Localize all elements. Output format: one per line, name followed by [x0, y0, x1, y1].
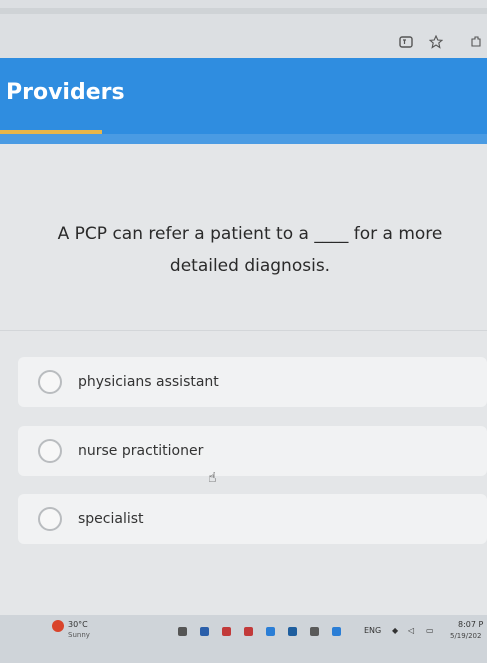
- option-physicians-assistant[interactable]: physicians assistant: [18, 357, 487, 407]
- volume-icon[interactable]: ◁: [408, 626, 414, 635]
- option-label: nurse practitioner: [78, 443, 204, 459]
- app-icon[interactable]: [310, 627, 319, 636]
- weather-desc: Sunny: [68, 631, 90, 639]
- page-title: Providers: [6, 80, 125, 105]
- app-icon[interactable]: [244, 627, 253, 636]
- app-icon[interactable]: [332, 627, 341, 636]
- taskview-icon[interactable]: [200, 627, 209, 636]
- browser-icon[interactable]: [266, 627, 275, 636]
- clock-time[interactable]: 8:07 P: [458, 620, 483, 629]
- header-lower-band: [0, 134, 487, 144]
- option-label: specialist: [78, 511, 144, 527]
- option-nurse-practitioner[interactable]: nurse practitioner: [18, 426, 487, 476]
- weather-icon[interactable]: [52, 620, 64, 632]
- battery-icon[interactable]: ▭: [426, 626, 434, 635]
- option-label: physicians assistant: [78, 374, 219, 390]
- tab-strip: [0, 8, 487, 14]
- app-icon[interactable]: [222, 627, 231, 636]
- option-specialist[interactable]: specialist: [18, 494, 487, 544]
- hand-cursor-icon: ☝: [208, 470, 217, 486]
- clock-date[interactable]: 5/19/202: [450, 632, 481, 640]
- wifi-icon[interactable]: ◆: [392, 626, 398, 635]
- language-indicator[interactable]: ENG: [364, 626, 381, 635]
- search-icon[interactable]: [178, 627, 187, 636]
- radio-button[interactable]: [38, 507, 62, 531]
- star-icon[interactable]: [428, 34, 444, 50]
- extensions-icon[interactable]: [468, 34, 484, 50]
- translate-icon[interactable]: [398, 34, 414, 50]
- app-icon[interactable]: [288, 627, 297, 636]
- radio-button[interactable]: [38, 439, 62, 463]
- question-text: A PCP can refer a patient to a ____ for …: [57, 224, 443, 276]
- radio-button[interactable]: [38, 370, 62, 394]
- divider: [0, 330, 487, 331]
- weather-temp: 30°C: [68, 620, 88, 629]
